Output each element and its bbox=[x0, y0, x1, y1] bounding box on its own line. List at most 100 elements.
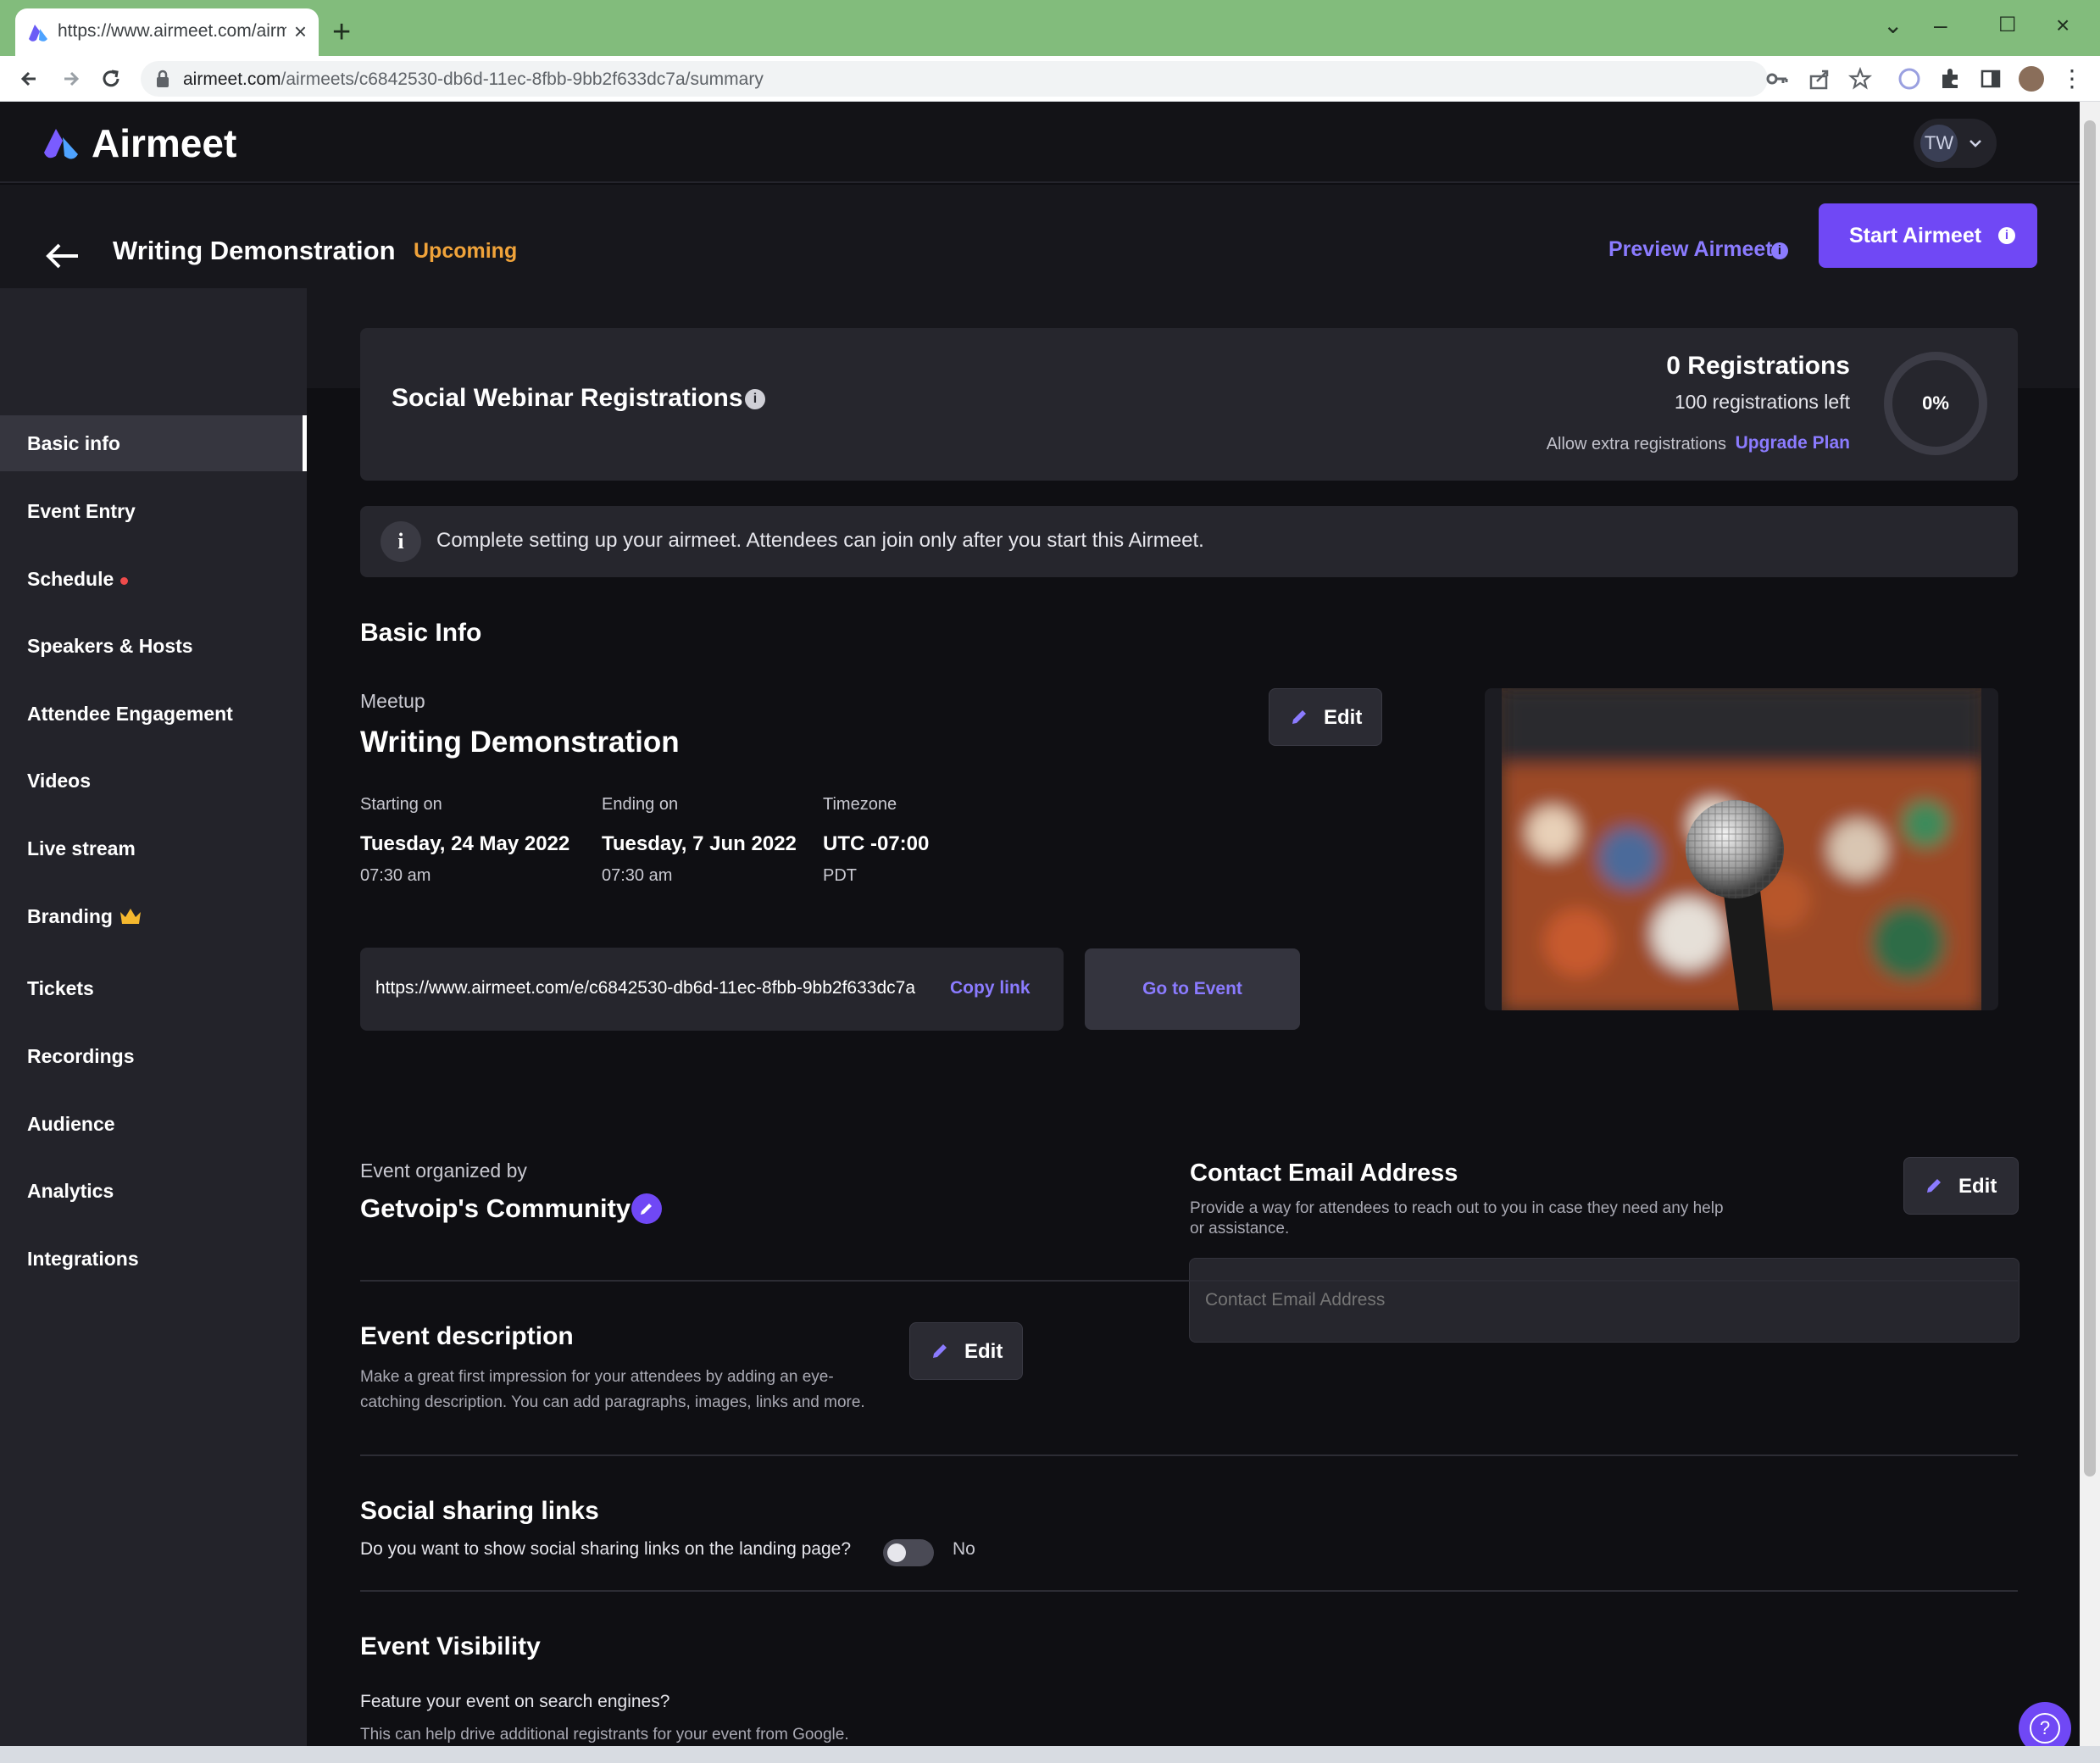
sidebar-item-label: Recordings bbox=[27, 1045, 135, 1067]
notification-dot bbox=[120, 577, 128, 585]
start-airmeet-button[interactable]: Start Airmeet i bbox=[1819, 203, 2037, 268]
question-icon: ? bbox=[2030, 1713, 2060, 1744]
sidebar-item-label: Speakers & Hosts bbox=[27, 635, 193, 657]
profile-avatar-icon[interactable] bbox=[2019, 66, 2044, 92]
close-tab-icon[interactable]: × bbox=[294, 19, 307, 44]
minimize-icon[interactable]: – bbox=[1934, 8, 1947, 42]
edit-label: Edit bbox=[1324, 706, 1363, 729]
sidebar-item-tickets[interactable]: Tickets bbox=[0, 960, 307, 1016]
organizer-label: Event organized by bbox=[360, 1160, 527, 1182]
registrations-card: Social Webinar Registrations i 0 Registr… bbox=[360, 328, 2018, 481]
edit-label: Edit bbox=[1958, 1175, 1997, 1198]
go-to-event-label: Go to Event bbox=[1142, 979, 1242, 998]
sidebar-item-attendee-engagement[interactable]: Attendee Engagement bbox=[0, 686, 307, 742]
sidebar-item-recordings[interactable]: Recordings bbox=[0, 1028, 307, 1084]
page-title: Writing Demonstration bbox=[113, 236, 396, 265]
pencil-icon bbox=[933, 1344, 947, 1358]
sidebar-item-audience[interactable]: Audience bbox=[0, 1096, 307, 1152]
notice-text: Complete setting up your airmeet. Attend… bbox=[436, 529, 1204, 552]
event-visibility-heading: Event Visibility bbox=[360, 1632, 541, 1660]
airmeet-favicon-icon bbox=[29, 25, 47, 42]
extension-g-icon[interactable] bbox=[1897, 66, 1922, 92]
end-label: Ending on bbox=[602, 795, 679, 814]
timezone-abbr: PDT bbox=[823, 866, 857, 885]
share-icon[interactable] bbox=[1807, 66, 1832, 92]
sidebar-item-speakers-hosts[interactable]: Speakers & Hosts bbox=[0, 618, 307, 674]
address-bar[interactable]: airmeet.com/airmeets/c6842530-db6d-11ec-… bbox=[141, 61, 1873, 97]
status-badge: Upcoming bbox=[414, 239, 518, 263]
pencil-icon bbox=[1292, 710, 1306, 724]
registrations-title: Social Webinar Registrations bbox=[392, 384, 743, 412]
sidebar-item-basic-info[interactable]: Basic info bbox=[0, 415, 307, 471]
avatar: TW bbox=[1920, 125, 1958, 162]
social-sharing-heading: Social sharing links bbox=[360, 1497, 599, 1525]
event-link-text[interactable]: https://www.airmeet.com/e/c6842530-db6d-… bbox=[375, 978, 915, 998]
sidebar-item-label: Live stream bbox=[27, 837, 136, 859]
sidebar: Basic info Event Entry Schedule Speakers… bbox=[0, 288, 307, 1746]
new-tab-icon[interactable]: + bbox=[332, 15, 351, 49]
timezone-value: UTC -07:00 bbox=[823, 832, 930, 855]
timezone-label: Timezone bbox=[823, 795, 897, 814]
contact-email-description: Provide a way for attendees to reach out… bbox=[1190, 1199, 1724, 1237]
end-time: 07:30 am bbox=[602, 866, 673, 885]
side-panel-icon[interactable] bbox=[1978, 66, 2003, 92]
section-divider bbox=[360, 1280, 2018, 1282]
event-description-hint: Make a great first impression for your a… bbox=[360, 1368, 865, 1411]
copy-link-button[interactable]: Copy link bbox=[950, 978, 1031, 998]
airmeet-logo-icon bbox=[44, 129, 78, 159]
page-scrollbar[interactable] bbox=[2080, 102, 2100, 1746]
info-icon[interactable]: i bbox=[1771, 242, 1788, 259]
sidebar-item-live-stream[interactable]: Live stream bbox=[0, 820, 307, 876]
upgrade-plan-link[interactable]: Upgrade Plan bbox=[1736, 433, 1850, 453]
sidebar-item-label: Videos bbox=[27, 770, 91, 792]
back-arrow-icon[interactable] bbox=[44, 241, 81, 271]
info-icon[interactable]: i bbox=[745, 389, 765, 409]
tab-search-icon[interactable]: ⌄ bbox=[1883, 8, 1903, 42]
organizer-name: Getvoip's Community bbox=[360, 1193, 631, 1223]
end-date: Tuesday, 7 Jun 2022 bbox=[602, 832, 797, 855]
edit-label: Edit bbox=[964, 1340, 1003, 1363]
sidebar-item-videos[interactable]: Videos bbox=[0, 753, 307, 809]
edit-contact-email-button[interactable]: Edit bbox=[1903, 1157, 2019, 1215]
bookmark-star-icon[interactable] bbox=[1847, 66, 1873, 92]
edit-organizer-pencil-icon[interactable] bbox=[631, 1193, 662, 1224]
registrations-percent: 0% bbox=[1922, 392, 1949, 414]
pencil-icon bbox=[1927, 1179, 1941, 1193]
sidebar-item-label: Branding bbox=[27, 905, 113, 927]
setup-notice: i Complete setting up your airmeet. Atte… bbox=[360, 506, 2018, 577]
browser-menu-icon[interactable]: ⋮ bbox=[2059, 66, 2085, 92]
key-icon[interactable] bbox=[1764, 66, 1790, 92]
sidebar-item-integrations[interactable]: Integrations bbox=[0, 1231, 307, 1287]
edit-description-button[interactable]: Edit bbox=[909, 1322, 1023, 1380]
chevron-down-icon bbox=[1969, 140, 1981, 147]
sidebar-item-label: Attendee Engagement bbox=[27, 703, 233, 725]
extensions-puzzle-icon[interactable] bbox=[1937, 66, 1963, 92]
forward-icon[interactable] bbox=[54, 63, 86, 95]
top-navigation: Airmeet TW bbox=[0, 102, 2080, 183]
back-icon[interactable] bbox=[14, 63, 46, 95]
event-description-heading: Event description bbox=[360, 1322, 574, 1350]
maximize-icon[interactable]: ☐ bbox=[1998, 8, 2017, 42]
sidebar-item-label: Event Entry bbox=[27, 500, 136, 522]
browser-toolbar: airmeet.com/airmeets/c6842530-db6d-11ec-… bbox=[0, 56, 2100, 102]
preview-airmeet-button[interactable]: Preview Airmeet bbox=[1608, 237, 1773, 262]
social-sharing-toggle[interactable] bbox=[883, 1539, 934, 1566]
browser-tab[interactable]: https://www.airmeet.com/airmee × bbox=[15, 8, 319, 56]
reload-icon[interactable] bbox=[95, 63, 127, 95]
edit-basic-info-button[interactable]: Edit bbox=[1269, 688, 1382, 746]
scrollbar-thumb[interactable] bbox=[2084, 120, 2096, 1477]
microphone-audience-image bbox=[1502, 688, 1981, 1010]
contact-email-heading: Contact Email Address bbox=[1190, 1160, 1458, 1187]
sidebar-item-event-entry[interactable]: Event Entry bbox=[0, 483, 307, 539]
user-menu[interactable]: TW bbox=[1914, 119, 1997, 168]
sidebar-item-branding[interactable]: Branding bbox=[0, 888, 307, 944]
go-to-event-button[interactable]: Go to Event bbox=[1085, 948, 1300, 1030]
start-airmeet-label: Start Airmeet bbox=[1849, 224, 1982, 247]
event-cover-image[interactable] bbox=[1485, 688, 1998, 1010]
registrations-count: 0 Registrations bbox=[1666, 352, 1850, 380]
close-window-icon[interactable]: × bbox=[2056, 8, 2069, 42]
sidebar-item-schedule[interactable]: Schedule bbox=[0, 551, 307, 607]
sidebar-item-analytics[interactable]: Analytics bbox=[0, 1163, 307, 1219]
tab-title: https://www.airmeet.com/airmee bbox=[58, 21, 286, 41]
contact-email-input[interactable] bbox=[1189, 1258, 2019, 1343]
